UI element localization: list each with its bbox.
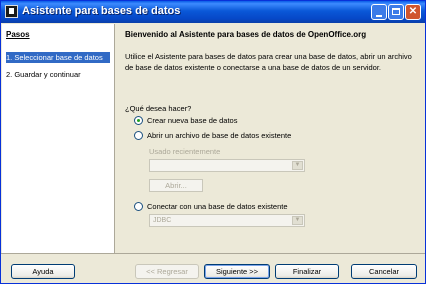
steps-heading: Pasos xyxy=(6,30,30,39)
description-text: Utilice el Asistente para bases de datos… xyxy=(125,52,412,72)
radio-connect-existing[interactable] xyxy=(134,202,143,211)
step-save-continue[interactable]: 2. Guardar y continuar xyxy=(6,69,110,80)
radio-create-new[interactable] xyxy=(134,116,143,125)
option-open-existing-label: Abrir un archivo de base de datos existe… xyxy=(147,131,292,140)
minimize-button[interactable] xyxy=(371,4,387,20)
open-file-button[interactable]: Abrir... xyxy=(149,179,203,192)
radio-open-existing[interactable] xyxy=(134,131,143,140)
title-bar[interactable]: Asistente para bases de datos ✕ xyxy=(1,1,425,23)
openoffice-icon xyxy=(5,5,18,18)
option-open-existing[interactable]: Abrir un archivo de base de datos existe… xyxy=(134,130,291,141)
wizard-content: Bienvenido al Asistente para bases de da… xyxy=(115,24,425,253)
recent-label: Usado recientemente xyxy=(149,147,221,156)
connection-type-value: JDBC xyxy=(153,217,172,224)
finish-button[interactable]: Finalizar xyxy=(275,264,339,279)
window-title: Asistente para bases de datos xyxy=(22,5,181,17)
step-select-database[interactable]: 1. Seleccionar base de datos xyxy=(6,52,110,63)
close-icon: ✕ xyxy=(408,6,418,17)
option-create-new-label: Crear nueva base de datos xyxy=(147,116,238,125)
connection-type-dropdown[interactable]: JDBC ▼ xyxy=(149,214,305,227)
option-create-new[interactable]: Crear nueva base de datos xyxy=(134,115,237,126)
chevron-down-icon[interactable]: ▼ xyxy=(292,161,303,170)
back-button[interactable]: << Regresar xyxy=(135,264,199,279)
recent-files-dropdown[interactable]: ▼ xyxy=(149,159,305,172)
steps-sidebar: Pasos 1. Seleccionar base de datos 2. Gu… xyxy=(2,24,115,253)
option-connect-existing[interactable]: Conectar con una base de datos existente xyxy=(134,201,288,212)
page-title: Bienvenido al Asistente para bases de da… xyxy=(125,30,367,39)
next-button[interactable]: Siguiente >> xyxy=(204,264,270,279)
cancel-button[interactable]: Cancelar xyxy=(351,264,417,279)
button-separator xyxy=(1,253,425,254)
maximize-button[interactable] xyxy=(388,4,404,20)
question-label: ¿Qué desea hacer? xyxy=(125,104,192,113)
wizard-window: Asistente para bases de datos ✕ Pasos 1.… xyxy=(0,0,426,284)
help-button[interactable]: Ayuda xyxy=(11,264,75,279)
close-button[interactable]: ✕ xyxy=(405,4,421,20)
option-connect-existing-label: Conectar con una base de datos existente xyxy=(147,202,288,211)
chevron-down-icon[interactable]: ▼ xyxy=(292,216,303,225)
